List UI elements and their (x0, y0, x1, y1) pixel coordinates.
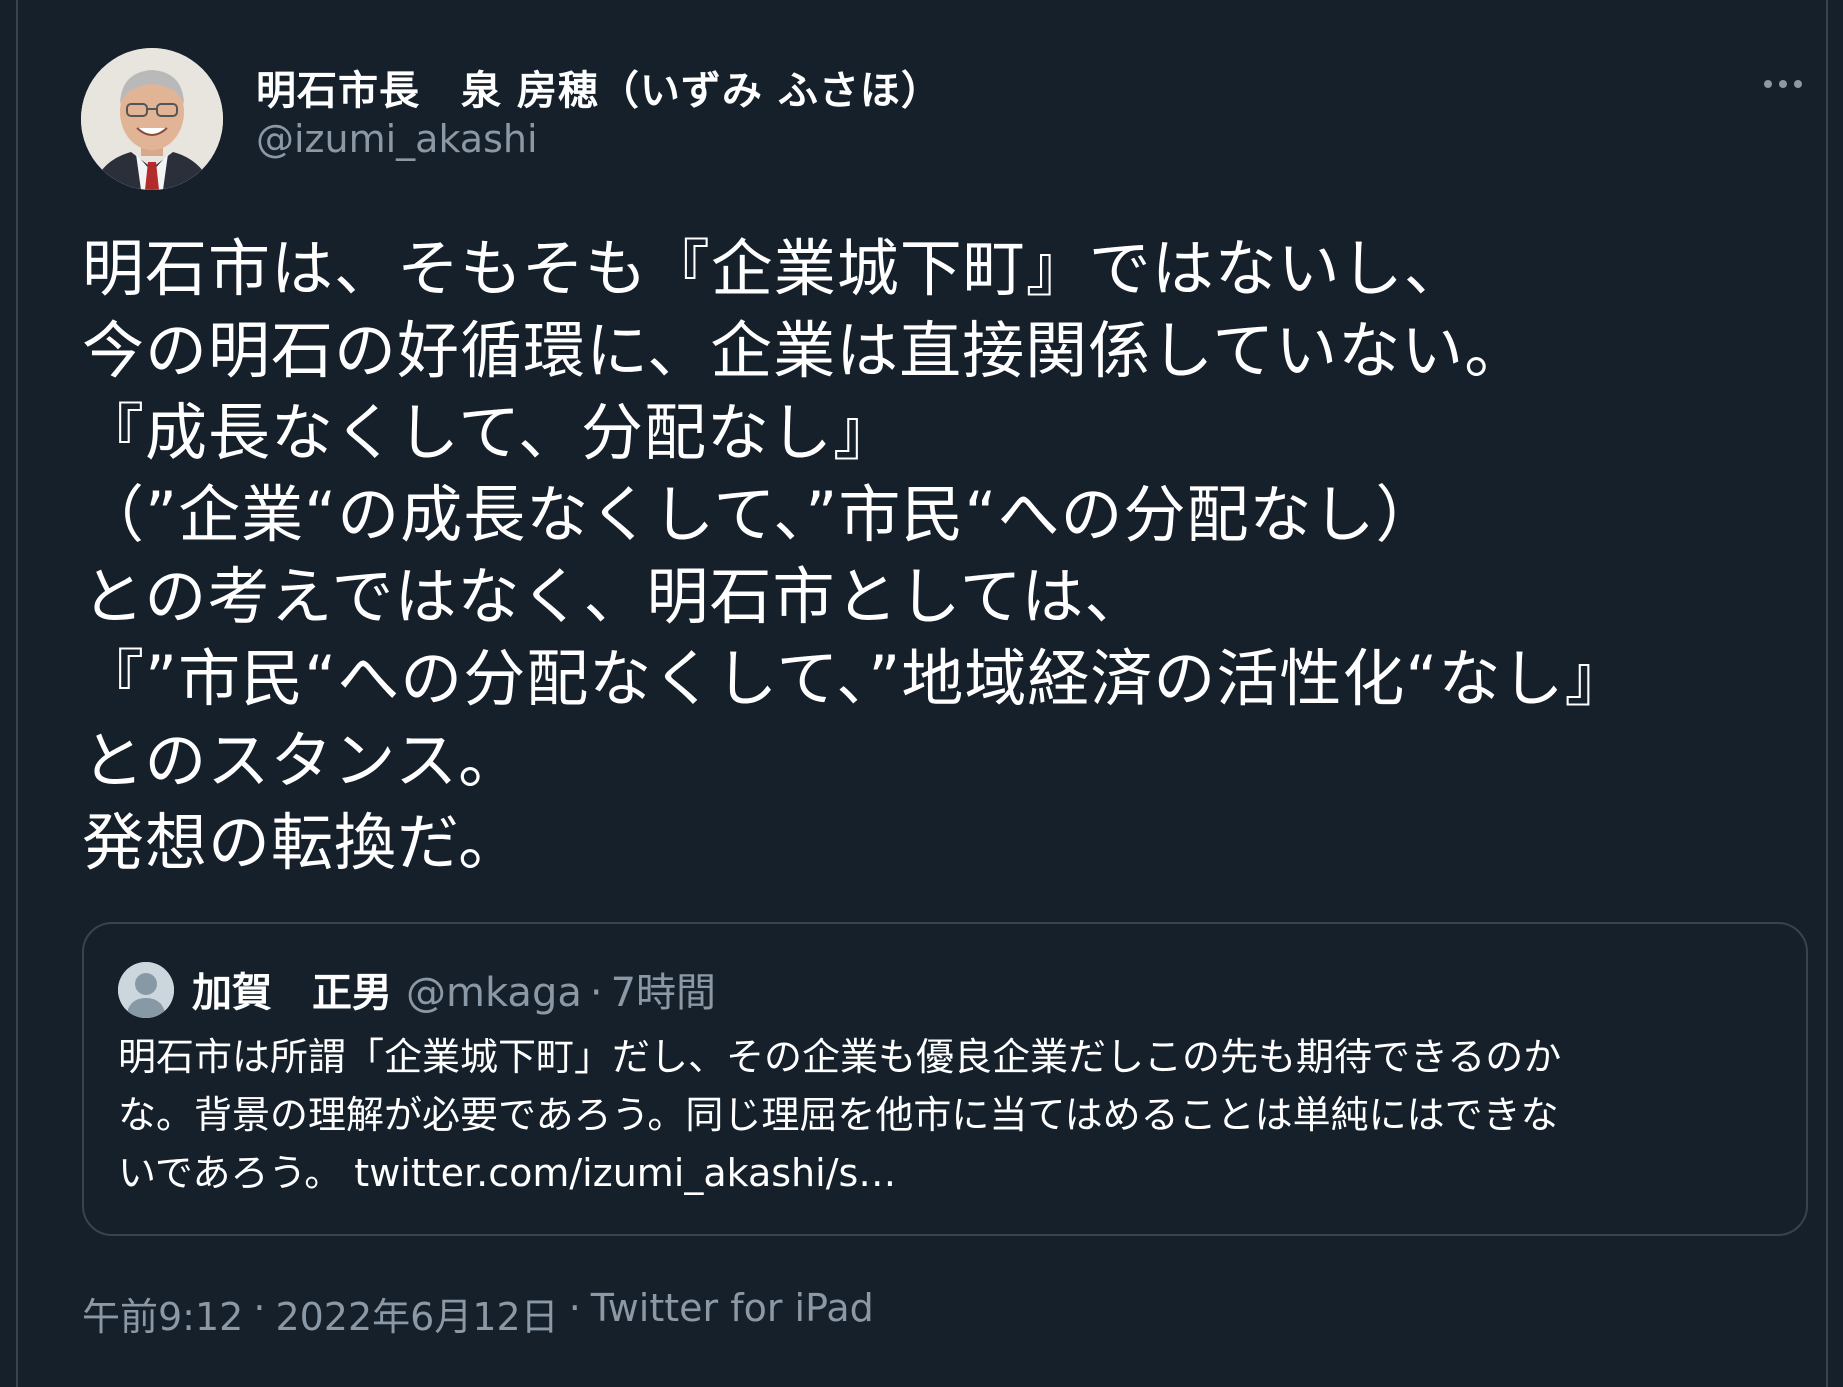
quoted-tweet-header: 加賀 正男 @mkaga · 7時間 (192, 960, 716, 1018)
quoted-tweet-link[interactable]: twitter.com/izumi_akashi/s… (354, 1151, 896, 1195)
tweet-line: 発想の転換だ。 (82, 806, 522, 879)
author-display-name[interactable]: 明石市長 泉 房穂（いずみ ふさほ） (256, 58, 942, 116)
tweet-meta: 午前9:12 · 2022年6月12日 · Twitter for iPad (82, 1286, 874, 1341)
more-horizontal-icon (1764, 80, 1802, 88)
tweet-source[interactable]: Twitter for iPad (591, 1286, 874, 1341)
separator-dot: · (253, 1286, 266, 1330)
tweet-date[interactable]: 2022年6月12日 (275, 1286, 558, 1341)
quoted-tweet-text: いであろう。 (118, 1151, 343, 1195)
quoted-tweet-line: な。背景の理解が必要であろう。同じ理屈を他市に当てはめることは単純にはできな (118, 1093, 1559, 1137)
separator-dot: · (589, 970, 603, 1016)
tweet-text: 明石市は、そもそも『企業城下町』ではないし、 今の明石の好循環に、企業は直接関係し… (82, 228, 1812, 884)
separator-dot: · (568, 1286, 581, 1330)
quoted-tweet-line: いであろう。 twitter.com/izumi_akashi/s… (118, 1144, 1768, 1202)
quoted-tweet-line: 明石市は所謂「企業城下町」だし、その企業も優良企業だしこの先も期待できるのか (118, 1035, 1562, 1079)
quoted-tweet-body: 明石市は所謂「企業城下町」だし、その企業も優良企業だしこの先も期待できるのか な。… (118, 1028, 1768, 1202)
more-options-button[interactable] (1753, 62, 1813, 106)
quoted-author-handle[interactable]: @mkaga (406, 970, 582, 1016)
tweet-line: 『成長なくして、分配なし』 (82, 396, 897, 469)
author-avatar[interactable] (81, 48, 223, 190)
tweet-line: （”企業“の成長なくして、”市民“への分配なし） (82, 478, 1439, 551)
avatar-photo-icon (81, 48, 223, 190)
quoted-tweet-card[interactable]: 加賀 正男 @mkaga · 7時間 明石市は所謂「企業城下町」だし、その企業も… (82, 922, 1808, 1236)
tweet-line: とのスタンス。 (82, 724, 522, 797)
tweet-line: 『”市民“への分配なくして、”地域経済の活性化“なし』 (82, 642, 1628, 715)
tweet-line: との考えではなく、明石市としては、 (82, 560, 1148, 633)
quoted-author-avatar[interactable] (118, 962, 174, 1018)
tweet-time[interactable]: 午前9:12 (82, 1286, 243, 1341)
author-handle[interactable]: @izumi_akashi (256, 117, 538, 161)
quoted-author-name[interactable]: 加賀 正男 (192, 960, 392, 1018)
quoted-tweet-time[interactable]: 7時間 (611, 960, 716, 1018)
tweet-line: 明石市は、そもそも『企業城下町』ではないし、 (82, 232, 1467, 305)
tweet-frame: 明石市長 泉 房穂（いずみ ふさほ） @izumi_akashi 明石市は、そも… (16, 0, 1828, 1387)
default-avatar-icon (118, 962, 174, 1018)
tweet-line: 今の明石の好循環に、企業は直接関係していない。 (82, 314, 1528, 387)
